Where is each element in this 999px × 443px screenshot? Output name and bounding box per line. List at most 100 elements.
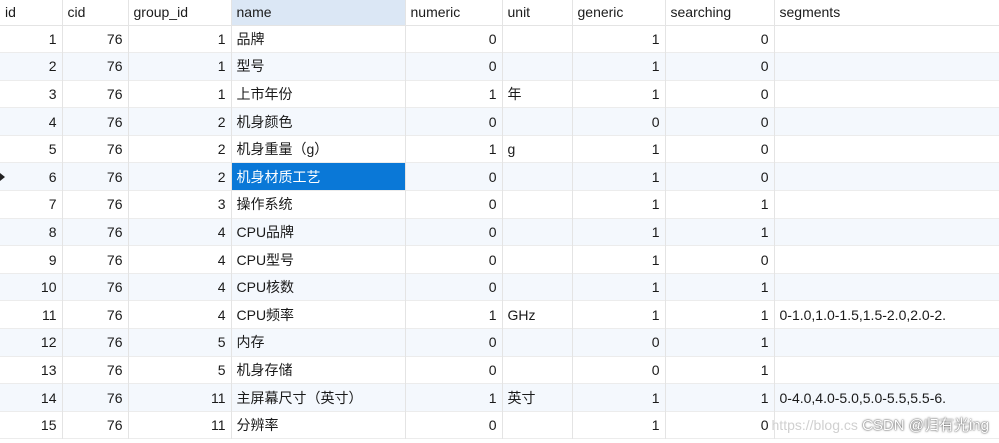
cell-generic[interactable]: 1 (572, 135, 666, 163)
cell-segments[interactable] (774, 80, 999, 108)
cell-name[interactable]: 机身重量（g） (231, 135, 406, 163)
cell-group-id[interactable]: 4 (128, 245, 232, 274)
table-row[interactable]: 5 76 2 机身重量（g） 1 g 1 0 (0, 135, 999, 163)
cell-id[interactable]: 15 (0, 411, 63, 439)
column-header-searching[interactable]: searching (665, 0, 775, 26)
cell-unit[interactable] (502, 162, 573, 191)
cell-unit[interactable] (502, 107, 573, 136)
table-row[interactable]: 2 76 1 型号 0 1 0 (0, 52, 999, 81)
cell-cid[interactable]: 76 (62, 300, 129, 329)
cell-searching[interactable]: 0 (665, 411, 775, 439)
cell-numeric[interactable]: 0 (405, 328, 503, 357)
cell-generic[interactable]: 1 (572, 218, 666, 246)
cell-segments[interactable]: 0-4.0,4.0-5.0,5.0-5.5,5.5-6. (774, 383, 999, 412)
column-header-numeric[interactable]: numeric (405, 0, 503, 26)
cell-segments[interactable] (774, 356, 999, 384)
cell-generic[interactable]: 1 (572, 300, 666, 329)
cell-generic[interactable]: 0 (572, 107, 666, 136)
cell-cid[interactable]: 76 (62, 218, 129, 246)
cell-cid[interactable]: 76 (62, 273, 129, 301)
table-row[interactable]: 10 76 4 CPU核数 0 1 1 (0, 273, 999, 301)
cell-unit[interactable]: 英寸 (502, 383, 573, 412)
cell-name[interactable]: 操作系统 (231, 190, 406, 219)
cell-group-id[interactable]: 2 (128, 107, 232, 136)
cell-group-id[interactable]: 3 (128, 190, 232, 219)
cell-group-id[interactable]: 4 (128, 218, 232, 246)
cell-cid[interactable]: 76 (62, 107, 129, 136)
cell-numeric[interactable]: 0 (405, 107, 503, 136)
cell-unit[interactable] (502, 273, 573, 301)
cell-segments[interactable] (774, 107, 999, 136)
cell-searching[interactable]: 1 (665, 300, 775, 329)
cell-segments[interactable] (774, 245, 999, 274)
cell-group-id[interactable]: 1 (128, 80, 232, 108)
table-row[interactable]: 1 76 1 品牌 0 1 0 (0, 25, 999, 53)
cell-cid[interactable]: 76 (62, 80, 129, 108)
cell-id[interactable]: 5 (0, 135, 63, 163)
cell-cid[interactable]: 76 (62, 411, 129, 439)
cell-group-id[interactable]: 4 (128, 273, 232, 301)
cell-segments[interactable] (774, 218, 999, 246)
cell-id[interactable]: 14 (0, 383, 63, 412)
cell-unit[interactable] (502, 245, 573, 274)
cell-id[interactable]: 12 (0, 328, 63, 357)
cell-searching[interactable]: 0 (665, 52, 775, 81)
cell-unit[interactable] (502, 356, 573, 384)
table-row[interactable]: 11 76 4 CPU频率 1 GHz 1 1 0-1.0,1.0-1.5,1.5-2.0,2.… (0, 300, 999, 329)
cell-segments[interactable] (774, 135, 999, 163)
cell-searching[interactable]: 0 (665, 25, 775, 53)
cell-numeric[interactable]: 1 (405, 80, 503, 108)
cell-numeric[interactable]: 0 (405, 162, 503, 191)
cell-generic[interactable]: 1 (572, 411, 666, 439)
cell-numeric[interactable]: 1 (405, 135, 503, 163)
cell-name[interactable]: 分辨率 (231, 411, 406, 439)
column-header-segments[interactable]: segments (774, 0, 999, 26)
cell-generic[interactable]: 1 (572, 273, 666, 301)
cell-id[interactable]: 4 (0, 107, 63, 136)
cell-searching[interactable]: 0 (665, 80, 775, 108)
cell-generic[interactable]: 1 (572, 162, 666, 191)
cell-searching[interactable]: 0 (665, 107, 775, 136)
cell-unit[interactable] (502, 190, 573, 219)
cell-segments[interactable] (774, 273, 999, 301)
cell-numeric[interactable]: 0 (405, 190, 503, 219)
cell-unit[interactable] (502, 52, 573, 81)
cell-cid[interactable]: 76 (62, 328, 129, 357)
cell-generic[interactable]: 1 (572, 80, 666, 108)
cell-group-id[interactable]: 1 (128, 52, 232, 81)
cell-group-id[interactable]: 4 (128, 300, 232, 329)
cell-group-id[interactable]: 5 (128, 328, 232, 357)
cell-numeric[interactable]: 0 (405, 411, 503, 439)
cell-generic[interactable]: 1 (572, 190, 666, 219)
cell-searching[interactable]: 1 (665, 356, 775, 384)
cell-searching[interactable]: 1 (665, 328, 775, 357)
cell-group-id[interactable]: 1 (128, 25, 232, 53)
cell-segments[interactable] (774, 162, 999, 191)
cell-name[interactable]: 品牌 (231, 25, 406, 53)
cell-generic[interactable]: 1 (572, 245, 666, 274)
cell-id[interactable]: 9 (0, 245, 63, 274)
cell-id[interactable]: 6 (0, 162, 63, 191)
cell-id[interactable]: 11 (0, 300, 63, 329)
cell-cid[interactable]: 76 (62, 52, 129, 81)
cell-generic[interactable]: 0 (572, 356, 666, 384)
column-header-name[interactable]: name (231, 0, 406, 26)
cell-cid[interactable]: 76 (62, 356, 129, 384)
table-row[interactable]: 14 76 11 主屏幕尺寸（英寸） 1 英寸 1 1 0-4.0,4.0-5.0,5.0-5.… (0, 383, 999, 412)
cell-id[interactable]: 3 (0, 80, 63, 108)
cell-name[interactable]: 机身存储 (231, 356, 406, 384)
cell-searching[interactable]: 0 (665, 245, 775, 274)
cell-numeric[interactable]: 0 (405, 273, 503, 301)
cell-id[interactable]: 2 (0, 52, 63, 81)
cell-searching[interactable]: 0 (665, 135, 775, 163)
cell-generic[interactable]: 0 (572, 328, 666, 357)
cell-segments[interactable] (774, 328, 999, 357)
cell-cid[interactable]: 76 (62, 25, 129, 53)
cell-segments[interactable] (774, 190, 999, 219)
cell-generic[interactable]: 1 (572, 52, 666, 81)
cell-id[interactable]: 10 (0, 273, 63, 301)
cell-searching[interactable]: 1 (665, 383, 775, 412)
cell-name[interactable]: CPU频率 (231, 300, 406, 329)
cell-generic[interactable]: 1 (572, 383, 666, 412)
cell-numeric[interactable]: 0 (405, 356, 503, 384)
